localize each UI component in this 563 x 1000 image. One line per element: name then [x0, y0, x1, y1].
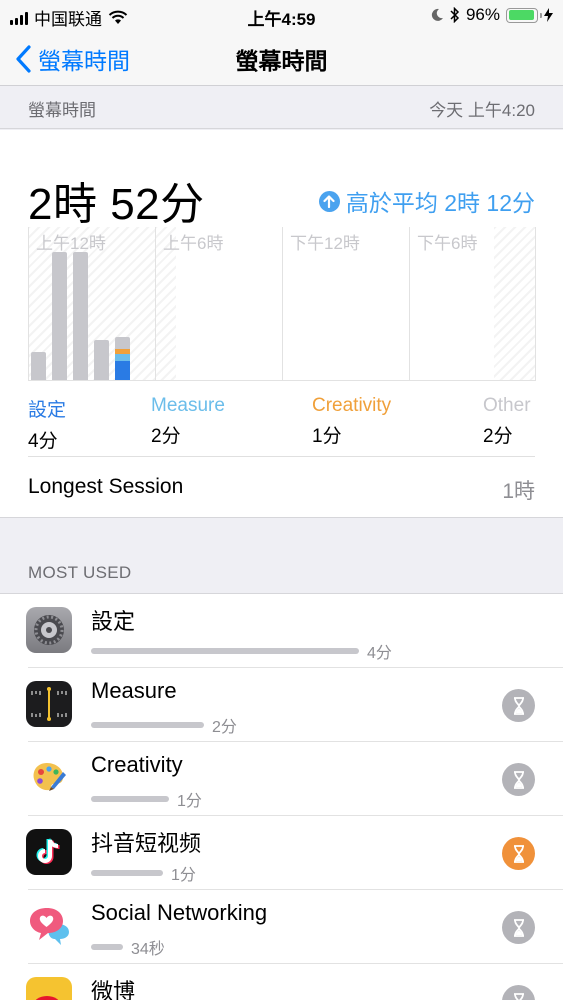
app-name: 設定: [91, 609, 136, 634]
average-text: 高於平均 2時 12分: [345, 190, 535, 216]
tick-label: 上午12時: [36, 234, 106, 253]
social-bubbles-icon: [26, 903, 72, 949]
list-item[interactable]: 設定 4分: [0, 594, 563, 668]
legend-value: 2分: [483, 426, 513, 447]
hourglass-limit-icon[interactable]: [502, 689, 535, 722]
app-name: 抖音短视频: [91, 831, 202, 856]
tiktok-icon: [26, 829, 72, 875]
usage-bar: [31, 352, 46, 380]
usage-indicator: 2分: [91, 713, 237, 737]
app-name: Measure: [91, 678, 177, 703]
average-comparison: 高於平均 2時 12分: [318, 184, 535, 218]
battery-icon: [506, 7, 542, 23]
header-timestamp: 今天 上午4:20: [429, 101, 535, 120]
battery-percent: 96%: [465, 5, 500, 24]
legend-item[interactable]: Other 2分: [483, 395, 531, 448]
legend-item[interactable]: Creativity 1分: [312, 395, 391, 448]
header-label: 螢幕時間: [28, 101, 96, 120]
list-item[interactable]: Social Networking 34秒: [0, 890, 563, 964]
legend-item[interactable]: 設定 4分: [28, 395, 66, 453]
hourglass-limit-icon[interactable]: [502, 837, 535, 870]
legend-name: Creativity: [312, 395, 392, 416]
app-name: 微博: [91, 979, 136, 1000]
page-title: 螢幕時間: [235, 48, 328, 74]
longest-session-label: Longest Session: [28, 475, 184, 498]
legend-value: 1分: [312, 426, 342, 447]
list-item[interactable]: Measure 2分: [0, 668, 563, 742]
list-item[interactable]: 抖音短视频 1分: [0, 816, 563, 890]
bluetooth-icon: [450, 7, 460, 23]
usage-time: 2分: [212, 719, 237, 736]
most-used-header: MOST USED: [28, 563, 132, 582]
usage-bar: [94, 340, 109, 380]
hourglass-limit-icon[interactable]: [502, 911, 535, 944]
legend-name: Other: [483, 395, 531, 416]
list-item[interactable]: Creativity 1分: [0, 742, 563, 816]
hourglass-limit-icon[interactable]: [502, 985, 535, 1000]
usage-time: 4分: [367, 645, 392, 662]
usage-indicator: 1分: [91, 861, 196, 885]
usage-bar: [52, 252, 67, 380]
legend-name: Measure: [151, 395, 225, 416]
usage-time: 1分: [171, 867, 196, 884]
legend-name: 設定: [28, 400, 67, 421]
legend-item[interactable]: Measure 2分: [151, 395, 225, 448]
usage-indicator: 4分: [91, 639, 392, 663]
legend-value: 4分: [28, 431, 58, 452]
hourglass-limit-icon[interactable]: [502, 763, 535, 796]
usage-time: 34秒: [131, 941, 165, 958]
list-item[interactable]: 微博: [0, 964, 563, 1000]
measure-ruler-icon: [26, 681, 72, 727]
longest-session-value: 1時: [502, 480, 535, 503]
usage-summary-card[interactable]: 2時 52分 高於平均 2時 12分 上午12時 上午6時 下午12時 下午6時: [0, 130, 563, 518]
navigation-bar: 螢幕時間 螢幕時間: [0, 30, 563, 86]
hourly-usage-chart: 上午12時 上午6時 下午12時 下午6時: [28, 227, 536, 381]
palette-icon: [26, 755, 72, 801]
usage-indicator: 1分: [91, 787, 202, 811]
tick-label: 下午6時: [417, 234, 478, 253]
longest-session-row: Longest Session 1時: [28, 475, 535, 503]
charging-bolt-icon: [544, 8, 553, 22]
most-used-list: 設定 4分 Measure 2分 Creativity 1分 抖音短视频 1分: [0, 593, 563, 1000]
tick-label: 上午6時: [163, 234, 224, 253]
legend-value: 2分: [151, 426, 181, 447]
usage-bar-stacked: [115, 337, 130, 380]
moon-icon: [431, 8, 443, 21]
app-name: Social Networking: [91, 900, 268, 925]
usage-time: 1分: [177, 793, 202, 810]
app-name: Creativity: [91, 752, 183, 777]
status-bar: 中国联通 上午4:59 96%: [0, 0, 563, 30]
category-legend: 設定 4分 Measure 2分 Creativity 1分 Other 2分: [0, 395, 563, 452]
weibo-icon: [26, 977, 72, 1000]
usage-bar: [73, 252, 88, 380]
total-screen-time: 2時 52分: [28, 180, 205, 229]
usage-indicator: 34秒: [91, 935, 165, 959]
arrow-up-icon: [318, 190, 340, 212]
device-header: 螢幕時間 今天 上午4:20: [0, 87, 563, 129]
settings-gear-icon: [26, 607, 72, 653]
tick-label: 下午12時: [290, 234, 360, 253]
